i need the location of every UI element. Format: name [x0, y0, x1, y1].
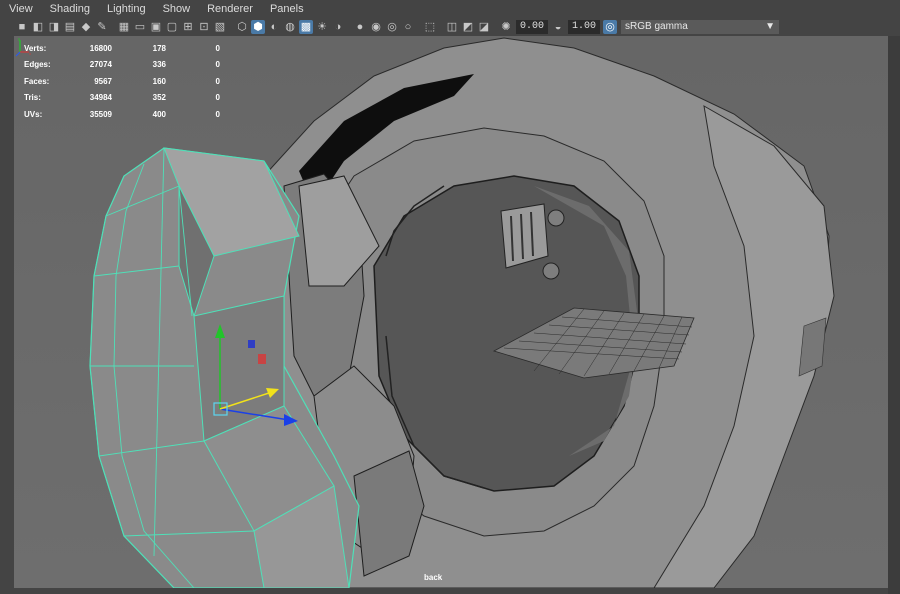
gamma-icon[interactable]: ◒: [551, 20, 565, 34]
menu-lighting[interactable]: Lighting: [98, 0, 154, 18]
grid-icon[interactable]: ▦: [117, 20, 131, 34]
menu-shading[interactable]: Shading: [41, 0, 98, 18]
hud-row-uvs: UVs: 35509 400 0: [24, 106, 230, 123]
hud-value: 16800: [89, 43, 112, 53]
hud-label: Edges:: [24, 60, 51, 70]
hud-value: 0: [215, 93, 220, 103]
hud-value: 400: [152, 109, 166, 119]
select-camera-icon[interactable]: ■: [15, 20, 29, 34]
isolate-select-icon[interactable]: ⬚: [423, 20, 437, 34]
hud-value: 160: [152, 76, 166, 86]
hud-row-faces: Faces: 9567 160 0: [24, 73, 230, 90]
svg-text:x: x: [29, 51, 31, 56]
left-panel-strip: [0, 18, 12, 594]
color-space-value: sRGB gamma: [625, 21, 688, 32]
hud-value: 352: [152, 93, 166, 103]
hud-value: 0: [215, 60, 220, 70]
poly-count-hud: Verts: 16800 178 0 Edges: 27074 336 0 Fa…: [24, 40, 230, 123]
exposure-icon[interactable]: ✺: [499, 20, 513, 34]
wireframe-on-shaded-icon[interactable]: ▩: [299, 20, 313, 34]
ambient-occlusion-icon[interactable]: ●: [353, 20, 367, 34]
chevron-down-icon: ▼: [765, 21, 776, 32]
textured-icon[interactable]: ◍: [283, 20, 297, 34]
default-material-icon[interactable]: ◐: [267, 20, 281, 34]
view-axis-icon: y x: [15, 36, 31, 57]
hud-value: 35509: [89, 109, 112, 119]
color-management-icon[interactable]: ◎: [603, 20, 618, 34]
hud-value: 0: [215, 76, 220, 86]
panel-toolbar: ■ ◧ ◨ ▤ ◆ ✎ ▦ ▭ ▣ ▢ ⊞ ⊡ ▧ ⬡ ⬢ ◐ ◍ ▩ ☀ ◑ …: [14, 18, 900, 36]
hud-label: UVs:: [24, 109, 43, 119]
safe-title-icon[interactable]: ▧: [213, 20, 227, 34]
hud-value: 0: [215, 109, 220, 119]
grease-pencil-icon[interactable]: ✎: [95, 20, 109, 34]
hud-row-edges: Edges: 27074 336 0: [24, 57, 230, 74]
lights-icon[interactable]: ☀: [315, 20, 329, 34]
panel-menubar: View Shading Lighting Show Renderer Pane…: [0, 0, 900, 18]
motion-blur-icon[interactable]: ◉: [369, 20, 383, 34]
hud-value: 9567: [94, 76, 112, 86]
gamma-field[interactable]: 1.00: [568, 20, 601, 34]
menu-panels[interactable]: Panels: [261, 0, 312, 18]
hud-label: Faces:: [24, 76, 50, 86]
smooth-shade-icon[interactable]: ⬢: [251, 20, 265, 34]
xray-joints-icon[interactable]: ◩: [461, 20, 475, 34]
hud-value: 178: [152, 43, 166, 53]
resolution-gate-icon[interactable]: ▣: [149, 20, 163, 34]
hud-value: 336: [152, 60, 166, 70]
safe-action-icon[interactable]: ⊡: [197, 20, 211, 34]
gate-mask-icon[interactable]: ▢: [165, 20, 179, 34]
two-d-pan-zoom-icon[interactable]: ◆: [79, 20, 93, 34]
shadows-icon[interactable]: ◑: [331, 20, 345, 34]
color-space-dropdown[interactable]: sRGB gamma ▼: [621, 20, 780, 34]
xray-icon[interactable]: ◫: [445, 20, 459, 34]
anti-aliasing-icon[interactable]: ◎: [385, 20, 399, 34]
image-plane-icon[interactable]: ▤: [63, 20, 77, 34]
wireframe-icon[interactable]: ⬡: [235, 20, 249, 34]
hud-value: 34984: [89, 93, 112, 103]
3d-viewport[interactable]: Verts: 16800 178 0 Edges: 27074 336 0 Fa…: [14, 36, 888, 588]
hud-value: 27074: [89, 60, 112, 70]
hud-row-tris: Tris: 34984 352 0: [24, 90, 230, 107]
menu-view[interactable]: View: [0, 0, 41, 18]
maya-viewport-panel: View Shading Lighting Show Renderer Pane…: [0, 0, 900, 594]
menu-renderer[interactable]: Renderer: [198, 0, 261, 18]
xray-active-icon[interactable]: ◪: [477, 20, 491, 34]
svg-text:y: y: [18, 36, 20, 41]
right-panel-strip: [888, 36, 900, 594]
exposure-field[interactable]: 0.00: [516, 20, 549, 34]
hud-label: Tris:: [24, 93, 41, 103]
hud-value: 0: [215, 43, 220, 53]
bookmarks-icon[interactable]: ◨: [47, 20, 61, 34]
hud-row-verts: Verts: 16800 178 0: [24, 40, 230, 57]
camera-attributes-icon[interactable]: ◧: [31, 20, 45, 34]
field-chart-icon[interactable]: ⊞: [181, 20, 195, 34]
film-gate-icon[interactable]: ▭: [133, 20, 147, 34]
depth-of-field-icon[interactable]: ○: [401, 20, 415, 34]
camera-name-label: back: [424, 573, 443, 582]
menu-show[interactable]: Show: [154, 0, 199, 18]
